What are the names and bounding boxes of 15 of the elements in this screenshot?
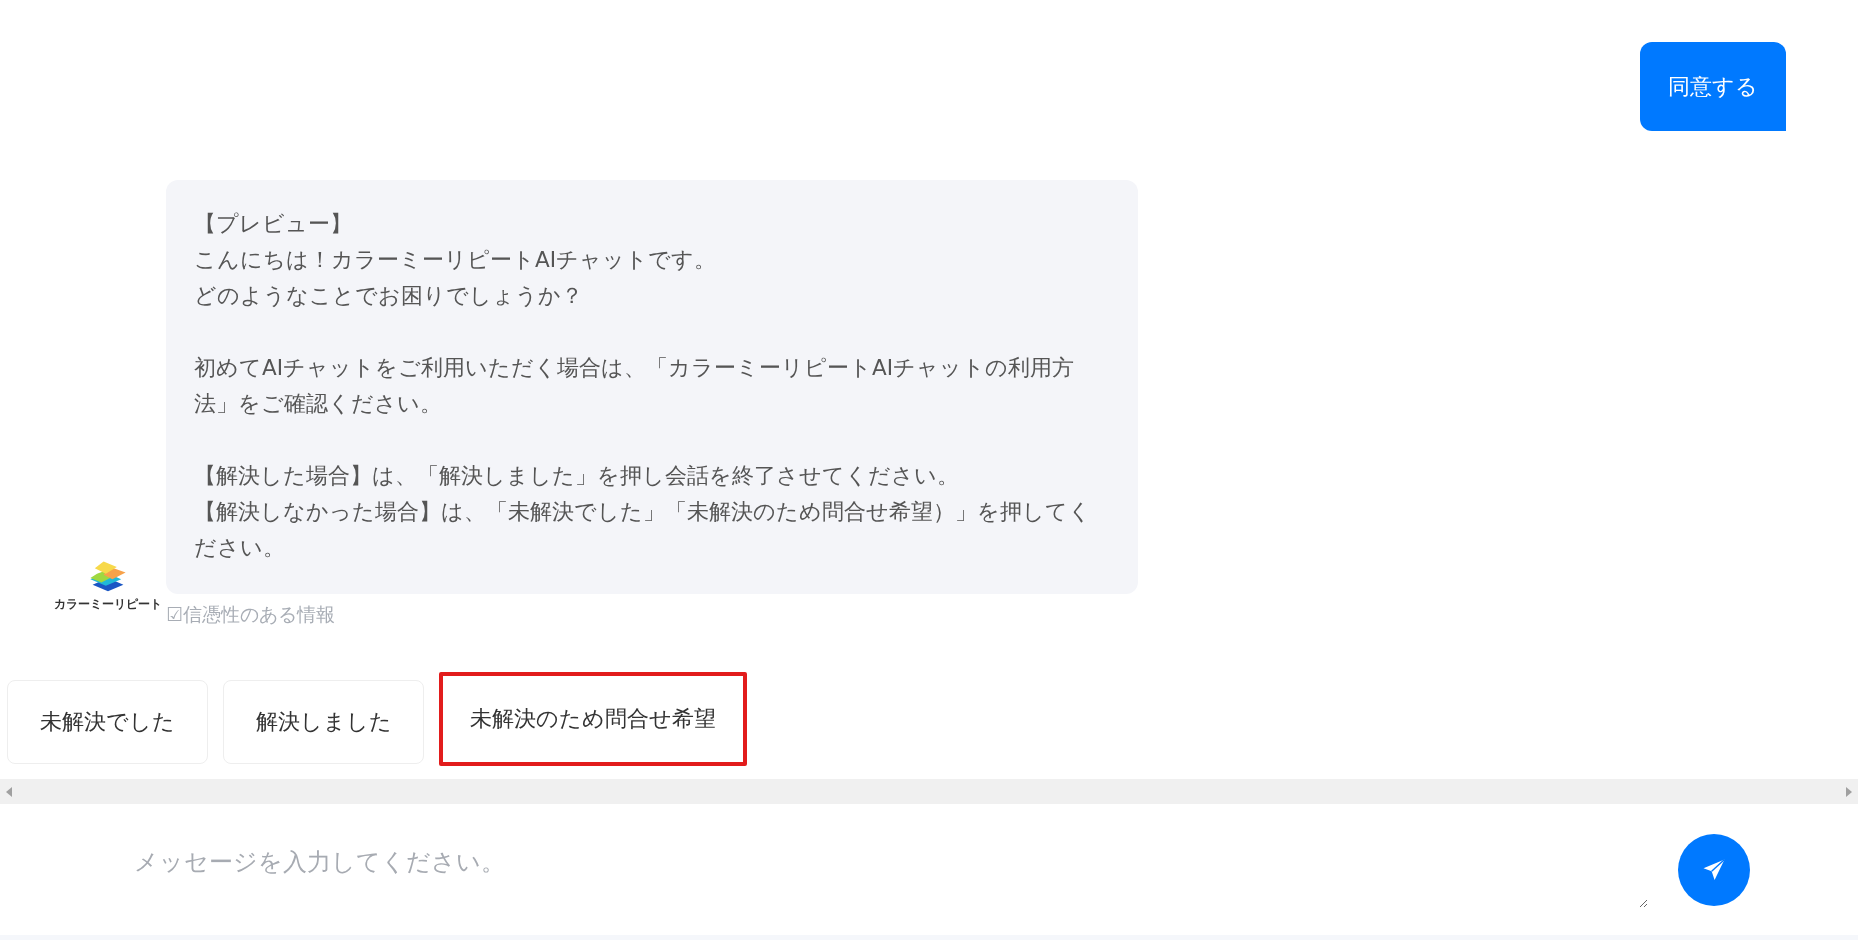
message-line: 【解決しなかった場合】は、「未解決でした」「未解決のため問合せ希望）」を押してください。: [194, 498, 1092, 562]
user-message: 同意する: [1640, 42, 1786, 131]
scroll-right-icon[interactable]: [1846, 786, 1852, 797]
quick-reply-button[interactable]: 解決しました: [223, 680, 424, 764]
quick-reply-button[interactable]: 未解決のため問合せ希望: [439, 672, 747, 766]
message-line: 初めてAIチャットをご利用いただく場合は、「カラーミーリピートAIチャットの利用方法」をご確認ください。: [194, 354, 1076, 418]
message-line: 【プレビュー】: [194, 210, 353, 238]
message-line: こんにちは！カラーミーリピートAIチャットです。: [194, 246, 718, 274]
brand-label: カラーミーリピート: [54, 596, 162, 613]
message-line: どのようなことでお困りでしょうか？: [194, 282, 584, 310]
message-line: 【解決した場合】は、「解決しました」を押し会話を終了させてください。: [194, 462, 960, 490]
horizontal-scrollbar[interactable]: [0, 779, 1858, 804]
scroll-left-icon[interactable]: [6, 786, 12, 797]
quick-reply-button[interactable]: 未解決でした: [7, 680, 208, 764]
reliability-note: ☑信憑性のある情報: [166, 602, 337, 627]
